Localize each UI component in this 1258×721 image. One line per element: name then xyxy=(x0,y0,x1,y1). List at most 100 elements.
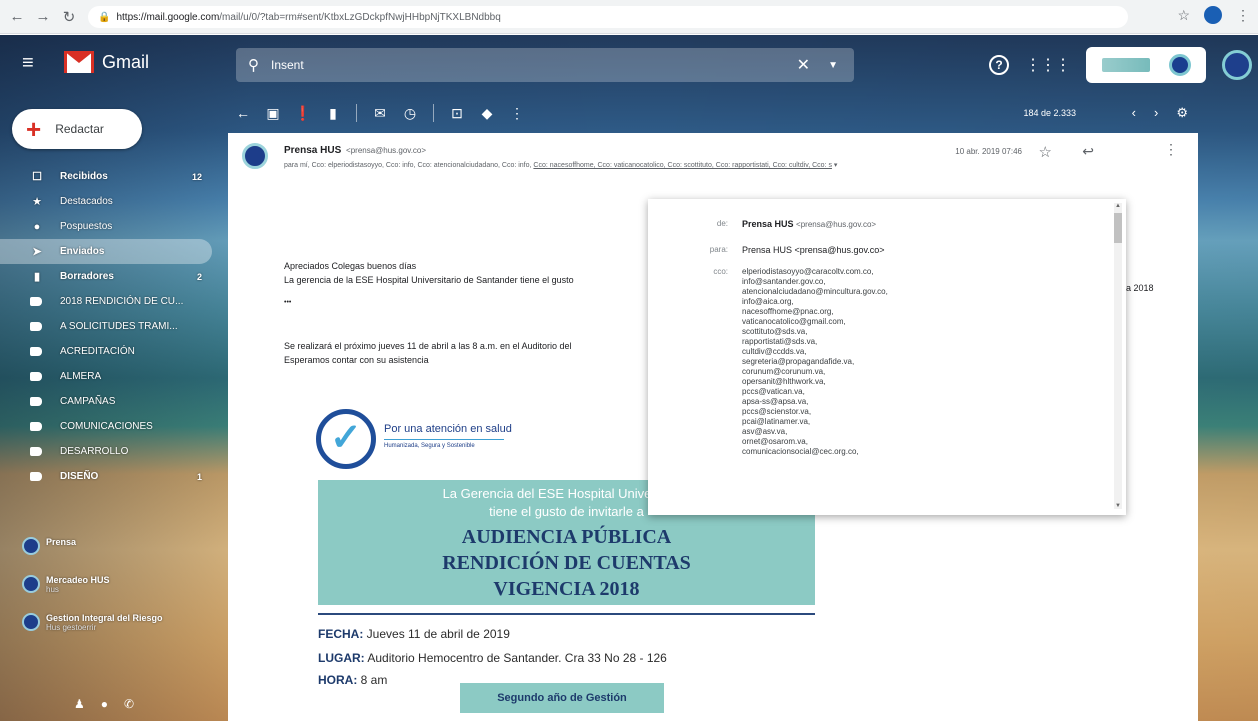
bcc-address: nacesoffhome@pnac.org, xyxy=(742,307,834,316)
settings-gear-icon[interactable]: ⚙ xyxy=(1176,105,1188,121)
sidebar-label-diseno[interactable]: DISEÑO 1 xyxy=(0,464,218,489)
sidebar-item-inbox[interactable]: ☐ Recibidos 12 xyxy=(0,164,218,189)
reply-icon[interactable]: ↩ xyxy=(1082,143,1094,160)
search-input[interactable]: Insent xyxy=(271,58,304,72)
hangout-contact[interactable]: Mercadeo HUS hus xyxy=(22,575,212,613)
mark-unread-icon[interactable]: ✉ xyxy=(365,105,395,122)
recipients-text: para mí, Cco: elperiodistasoyyo, Cco: in… xyxy=(284,162,534,169)
banner-title-3: VIGENCIA 2018 xyxy=(493,578,640,600)
star-icon: ★ xyxy=(32,196,42,208)
label-icon[interactable]: ◆ xyxy=(472,105,502,122)
sidebar-item-snoozed[interactable]: ● Pospuestos xyxy=(0,214,218,239)
sidebar-label-solicitudes[interactable]: A SOLICITUDES TRAMI... xyxy=(0,314,218,339)
show-trimmed-icon[interactable]: ••• xyxy=(284,299,291,306)
compose-label: Redactar xyxy=(55,122,104,136)
clock-icon: ● xyxy=(33,220,41,233)
bcc-address: cultdiv@ccdds.va, xyxy=(742,347,807,356)
previous-icon[interactable]: ‹ xyxy=(1132,105,1136,121)
bcc-address: pccs@vatican.va, xyxy=(742,387,805,396)
search-bar[interactable]: ⚲ Insent ✕ ▼ xyxy=(236,48,854,82)
reload-icon[interactable]: ↻ xyxy=(56,4,82,30)
lugar-value: Auditorio Hemocentro de Santander. Cra 3… xyxy=(367,651,667,665)
from-label: de: xyxy=(716,219,728,228)
bookmark-star-icon[interactable]: ☆ xyxy=(1177,7,1190,24)
snooze-icon[interactable]: ◷ xyxy=(395,105,425,122)
message-more-icon[interactable]: ⋮ xyxy=(1164,141,1178,158)
forward-arrow-icon[interactable]: → xyxy=(30,4,56,30)
more-options-icon[interactable]: ⋮ xyxy=(502,105,532,122)
browser-menu-icon[interactable]: ⋮ xyxy=(1236,7,1250,24)
sidebar-item-label: Borradores xyxy=(60,271,114,282)
sidebar-item-label: CAMPAÑAS xyxy=(60,396,116,407)
search-options-icon[interactable]: ▼ xyxy=(828,60,838,71)
event-date: FECHA: Jueves 11 de abril de 2019 xyxy=(318,627,510,641)
label-icon xyxy=(30,447,42,456)
draft-icon: ▮ xyxy=(33,271,41,283)
bcc-address: info@santander.gov.co, xyxy=(742,277,826,286)
to-value: Prensa HUS <prensa@hus.gov.co> xyxy=(742,245,885,255)
sidebar-label-desarrollo[interactable]: DESARROLLO xyxy=(0,439,218,464)
star-icon[interactable]: ☆ xyxy=(1039,143,1052,161)
report-spam-icon[interactable]: ❗ xyxy=(288,105,318,122)
recipient-details-popup: de: Prensa HUS <prensa@hus.gov.co> para:… xyxy=(648,199,1126,515)
clear-search-icon[interactable]: ✕ xyxy=(797,55,810,75)
recipients-text-more: Cco: nacesoffhome, Cco: vaticanocatolico… xyxy=(533,162,832,169)
sidebar-item-label: A SOLICITUDES TRAMI... xyxy=(60,321,178,332)
archive-icon[interactable]: ▣ xyxy=(258,105,288,122)
search-icon[interactable]: ⚲ xyxy=(248,56,259,74)
bcc-address: elperiodistasoyyo@caracoltv.com.co, xyxy=(742,267,874,276)
flyer-divider xyxy=(318,613,815,615)
phone-icon[interactable]: ✆ xyxy=(124,697,134,711)
label-icon xyxy=(30,472,42,481)
move-to-icon[interactable]: ⊡ xyxy=(442,105,472,122)
sidebar-item-sent[interactable]: ➤ Enviados xyxy=(0,239,212,264)
help-icon[interactable]: ? xyxy=(989,55,1009,75)
sidebar-item-drafts[interactable]: ▮ Borradores 2 xyxy=(0,264,218,289)
body-line-1: La gerencia de la ESE Hospital Universit… xyxy=(284,275,574,285)
plus-icon: + xyxy=(26,114,42,144)
app-name: Gmail xyxy=(102,51,150,72)
contact-avatar xyxy=(22,575,40,593)
organization-logo[interactable] xyxy=(1086,47,1206,83)
from-value: Prensa HUS <prensa@hus.gov.co> xyxy=(742,219,876,229)
sender-avatar xyxy=(242,143,268,169)
chat-icon[interactable]: ● xyxy=(101,697,108,711)
compose-button[interactable]: + Redactar xyxy=(12,109,142,149)
account-avatar[interactable] xyxy=(1222,50,1252,80)
hangout-contact[interactable]: Gestion Integral del Riesgo Hus gestoerri… xyxy=(22,613,212,651)
sidebar-label-comunicaciones[interactable]: COMUNICACIONES xyxy=(0,414,218,439)
popup-scrollbar[interactable]: ▲ ▼ xyxy=(1114,203,1122,509)
hangout-contact[interactable]: Prensa xyxy=(22,537,212,575)
hangouts-list: Prensa Mercadeo HUS hus Gestion Integral … xyxy=(22,537,212,651)
back-to-list-icon[interactable]: ← xyxy=(228,105,258,121)
sidebar-label-almera[interactable]: ALMERA xyxy=(0,364,218,389)
sidebar-label-rendicion[interactable]: 2018 RENDICIÓN DE CU... xyxy=(0,289,218,314)
show-details-icon[interactable]: ▾ xyxy=(834,162,838,169)
bcc-address: corunum@corunum.va, xyxy=(742,367,826,376)
contact-avatar xyxy=(22,613,40,631)
body-line-1-tail: ia 2018 xyxy=(1124,283,1154,293)
apps-grid-icon[interactable]: ⋮⋮⋮ xyxy=(1025,55,1071,75)
sender-line: Prensa HUS <prensa@hus.gov.co> xyxy=(284,145,426,156)
scroll-down-icon[interactable]: ▼ xyxy=(1114,503,1122,509)
main-menu-icon[interactable]: ≡ xyxy=(22,53,34,73)
bcc-label: cco: xyxy=(713,267,728,276)
next-icon[interactable]: › xyxy=(1154,105,1158,121)
delete-icon[interactable]: ▮ xyxy=(318,105,348,122)
sidebar-label-acreditacion[interactable]: ACREDITACIÓN xyxy=(0,339,218,364)
person-icon[interactable]: ♟ xyxy=(74,697,85,711)
address-bar[interactable]: 🔒 https://mail.google.com /mail/u/0/?tab… xyxy=(88,6,1128,28)
hora-label: HORA: xyxy=(318,673,358,687)
draft-count: 2 xyxy=(196,271,202,282)
scroll-up-icon[interactable]: ▲ xyxy=(1114,203,1122,209)
gmail-logo[interactable]: Gmail xyxy=(64,51,149,73)
browser-toolbar: ← → ↻ 🔒 https://mail.google.com /mail/u/… xyxy=(0,0,1258,34)
scrollbar-thumb[interactable] xyxy=(1114,213,1122,243)
extension-icon[interactable] xyxy=(1204,6,1222,24)
bcc-list: elperiodistasoyyo@caracoltv.com.co, info… xyxy=(742,267,888,457)
back-arrow-icon[interactable]: ← xyxy=(4,4,30,30)
sidebar-label-campanas[interactable]: CAMPAÑAS xyxy=(0,389,218,414)
bcc-address: segreteria@propagandafide.va, xyxy=(742,357,855,366)
sidebar-item-starred[interactable]: ★ Destacados xyxy=(0,189,218,214)
contact-status: hus xyxy=(46,585,59,594)
